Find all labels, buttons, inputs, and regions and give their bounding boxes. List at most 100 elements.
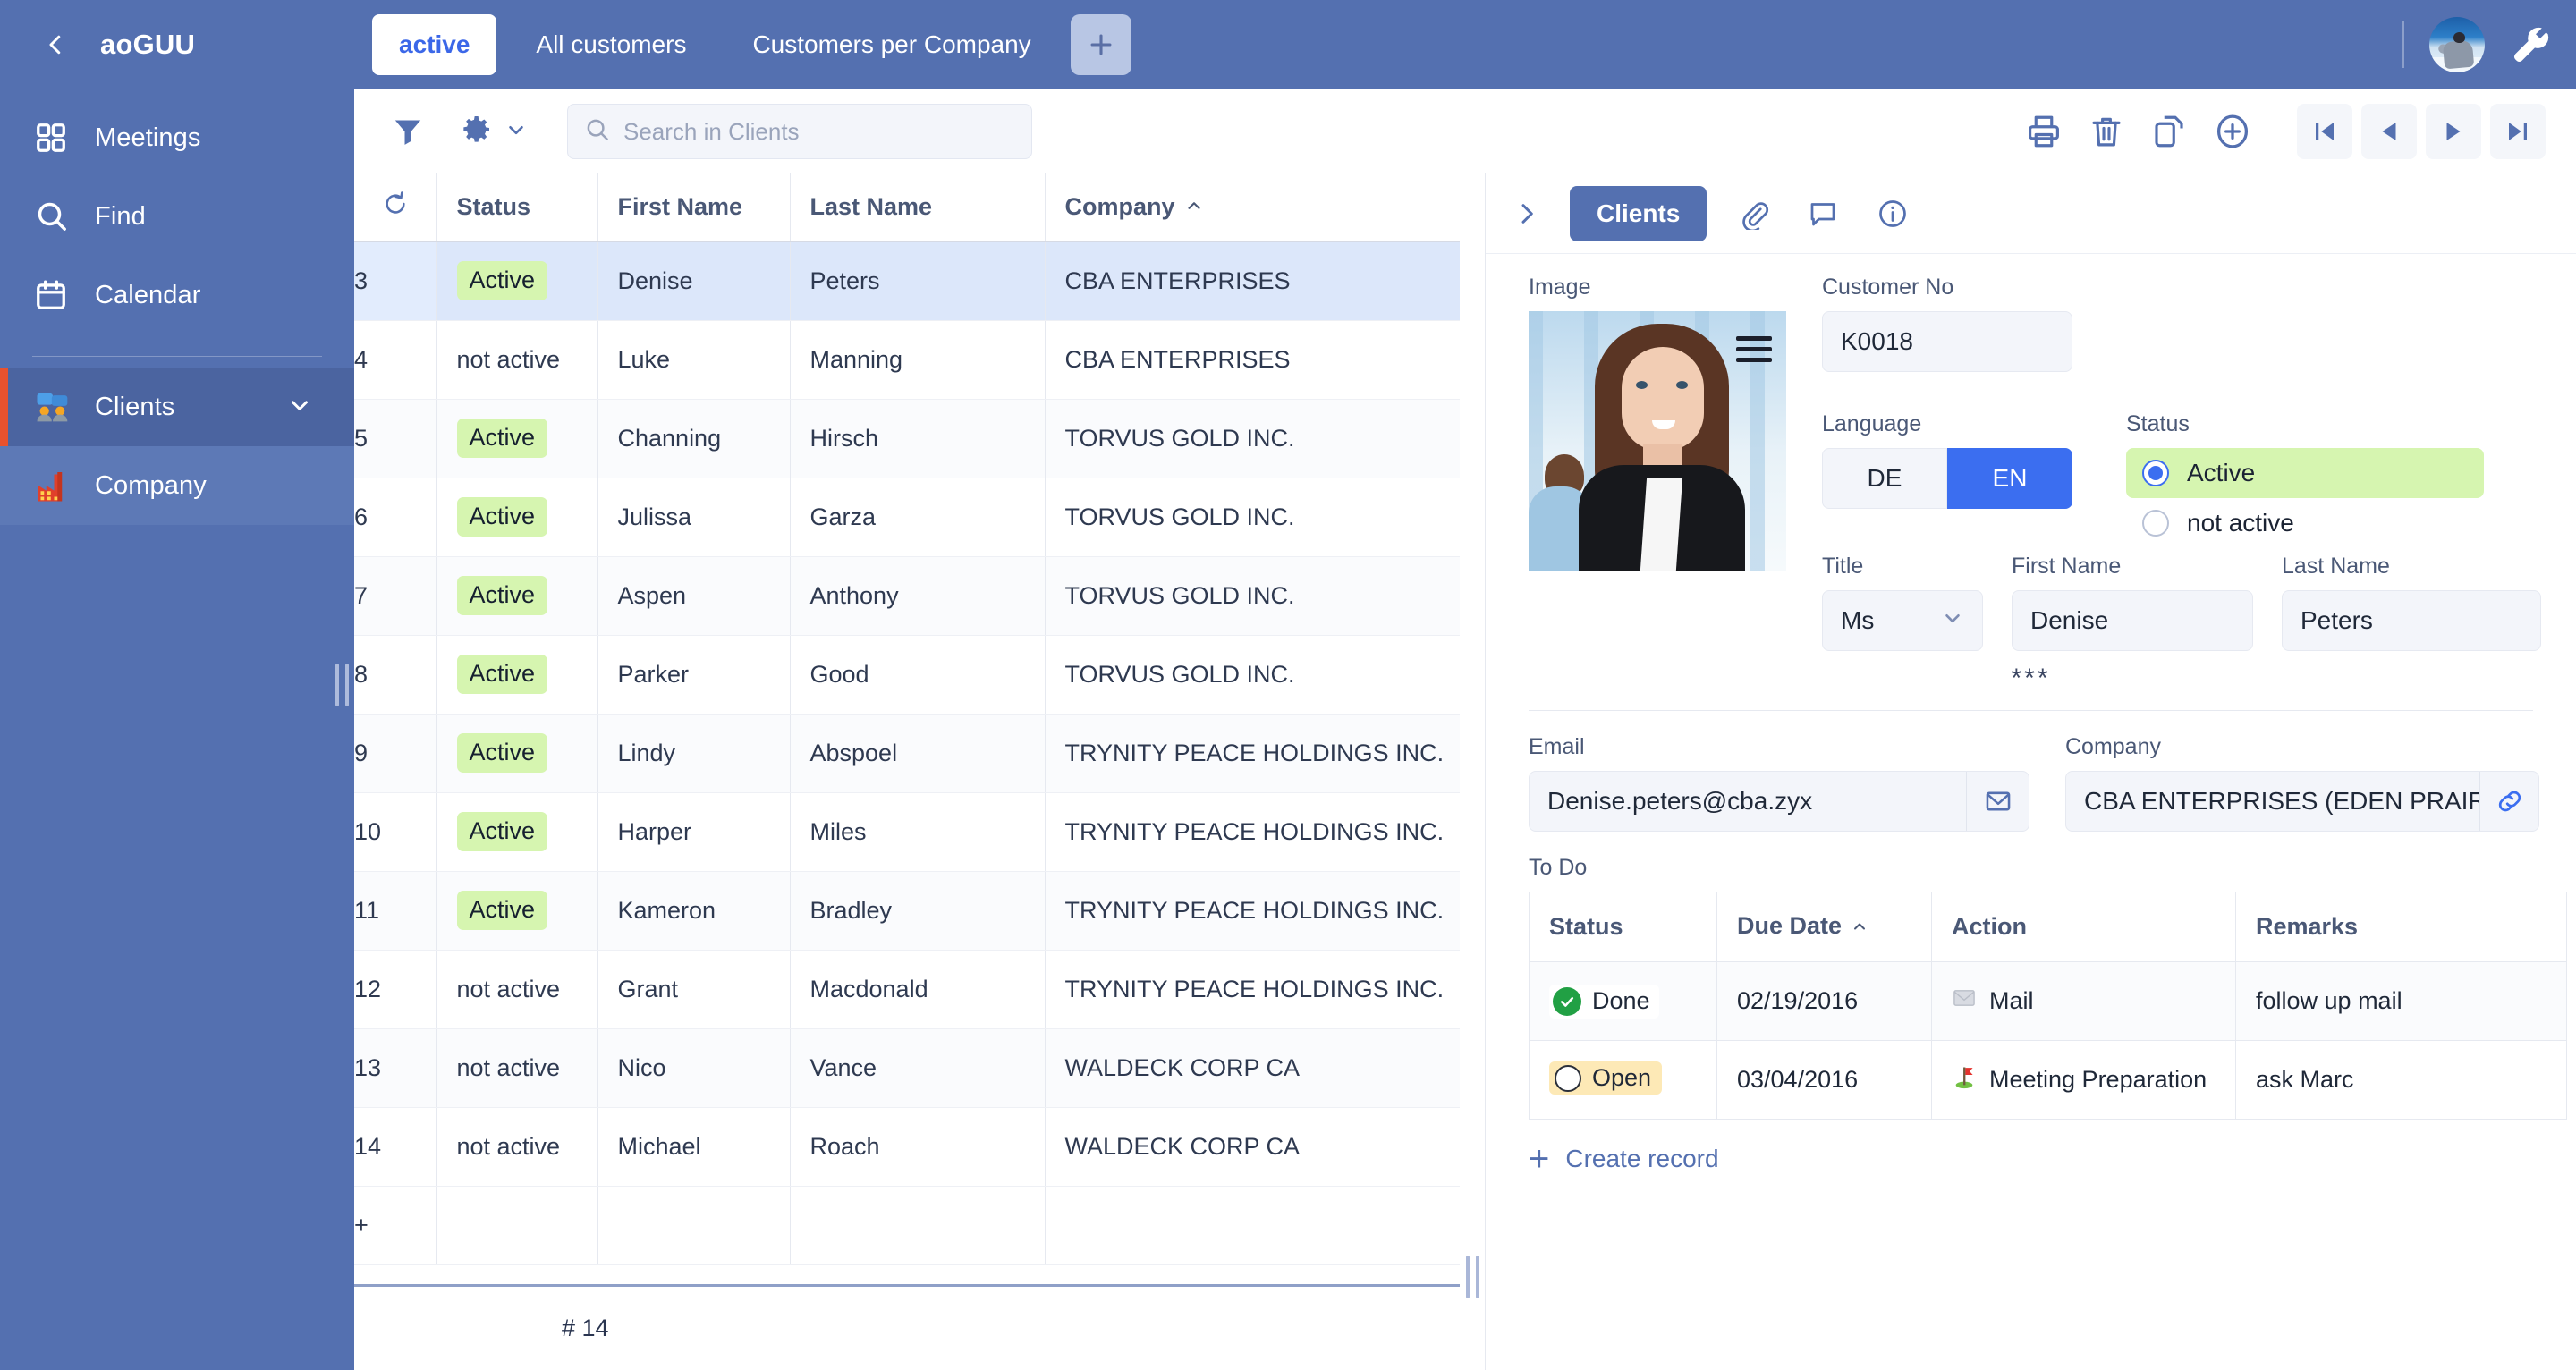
add-tab-button[interactable]	[1070, 14, 1131, 75]
table-body: 3 Active Denise Peters CBA ENTERPRISES 4…	[354, 241, 1460, 1265]
sidebar-item-find[interactable]: Find	[0, 177, 354, 256]
cell-last-name	[790, 1186, 1046, 1265]
table-row[interactable]: 3 Active Denise Peters CBA ENTERPRISES	[354, 241, 1460, 321]
first-page-icon[interactable]	[2297, 104, 2352, 159]
language-toggle[interactable]: DE EN	[1822, 448, 2072, 509]
sidebar-divider	[32, 356, 322, 357]
info-icon[interactable]	[1869, 190, 1916, 237]
chevron-down-icon	[1941, 606, 1964, 636]
content-area: Status First Name Last Name Company 3 Ac…	[354, 173, 2576, 1370]
wrench-icon[interactable]	[2510, 23, 2553, 66]
sidebar-item-calendar[interactable]: Calendar	[0, 256, 354, 334]
column-header-last-name[interactable]: Last Name	[790, 173, 1046, 242]
cell-last-name: Macdonald	[790, 950, 1046, 1029]
search-input[interactable]	[623, 117, 1015, 146]
status-option-active[interactable]: Active	[2126, 448, 2484, 498]
last-page-icon[interactable]	[2490, 104, 2546, 159]
chevron-down-icon[interactable]	[286, 392, 313, 423]
todo-column-due-date[interactable]: Due Date	[1716, 892, 1932, 962]
table-row[interactable]: 7 Active Aspen Anthony TORVUS GOLD INC.	[354, 556, 1460, 636]
title-select[interactable]: Ms	[1822, 590, 1983, 651]
todo-cell-date: 03/04/2016	[1716, 1040, 1932, 1120]
row-index: 10	[354, 792, 437, 872]
column-header-status[interactable]: Status	[436, 173, 598, 242]
column-header-first-name[interactable]: First Name	[597, 173, 791, 242]
link-icon[interactable]	[2479, 772, 2538, 831]
sidebar-item-label: Calendar	[95, 280, 201, 309]
todo-row[interactable]: Done 02/19/2016 Mail follow up mail	[1529, 961, 2567, 1041]
tab-customers-per-company[interactable]: Customers per Company	[725, 14, 1057, 75]
sidebar-resize-handle[interactable]	[329, 0, 354, 1370]
refresh-icon[interactable]	[354, 173, 437, 242]
create-record-button[interactable]: + Create record	[1529, 1141, 2533, 1177]
email-input-group[interactable]: Denise.peters@cba.zyx	[1529, 771, 2029, 832]
column-label: Last Name	[809, 193, 933, 221]
company-input-group[interactable]: CBA ENTERPRISES (EDEN PRAIR	[2065, 771, 2539, 832]
todo-cell-date: 02/19/2016	[1716, 961, 1932, 1041]
grid-settings-button[interactable]	[458, 112, 528, 152]
customer-no-input[interactable]: K0018	[1822, 311, 2072, 372]
table-row[interactable]: 6 Active Julissa Garza TORVUS GOLD INC.	[354, 478, 1460, 557]
cell-company: TRYNITY PEACE HOLDINGS INC.	[1045, 714, 1460, 793]
cell-company: TORVUS GOLD INC.	[1045, 635, 1460, 715]
prev-page-icon[interactable]	[2361, 104, 2417, 159]
add-row-icon[interactable]: +	[354, 1186, 437, 1265]
panel-resize-handle[interactable]	[1460, 173, 1485, 1370]
toolbar-right-actions	[2025, 89, 2546, 173]
language-option-en[interactable]: EN	[1947, 448, 2072, 509]
cell-company: CBA ENTERPRISES	[1045, 320, 1460, 400]
table-row[interactable]: 14 not active Michael Roach WALDECK CORP…	[354, 1107, 1460, 1187]
sidebar-item-clients[interactable]: Clients	[0, 368, 354, 446]
paperclip-icon[interactable]	[1730, 190, 1776, 237]
trash-icon[interactable]	[2088, 113, 2125, 150]
next-page-icon[interactable]	[2426, 104, 2481, 159]
table-row[interactable]: 4 not active Luke Manning CBA ENTERPRISE…	[354, 320, 1460, 400]
detail-tab-label: Clients	[1597, 199, 1681, 227]
cell-company: TRYNITY PEACE HOLDINGS INC.	[1045, 792, 1460, 872]
comment-icon[interactable]	[1800, 190, 1846, 237]
copy-icon[interactable]	[2150, 113, 2188, 150]
print-icon[interactable]	[2025, 113, 2063, 150]
todo-row[interactable]: Open 03/04/2016 Meeting Preparation ask …	[1529, 1040, 2567, 1120]
language-option-de[interactable]: DE	[1822, 448, 1947, 509]
sidebar-item-company[interactable]: Company	[0, 446, 354, 525]
cell-last-name: Good	[790, 635, 1046, 715]
column-header-company[interactable]: Company	[1045, 173, 1460, 242]
table-row[interactable]: 10 Active Harper Miles TRYNITY PEACE HOL…	[354, 792, 1460, 872]
status-badge: Done	[1549, 984, 1659, 1019]
table-row[interactable]: 8 Active Parker Good TORVUS GOLD INC.	[354, 635, 1460, 715]
plus-circle-icon[interactable]	[2213, 112, 2252, 151]
status-option-not-active[interactable]: not active	[2126, 498, 2484, 548]
last-name-input[interactable]: Peters	[2282, 590, 2541, 651]
last-name-field: Last Name Peters	[2282, 554, 2541, 651]
table-row[interactable]: 13 not active Nico Vance WALDECK CORP CA	[354, 1028, 1460, 1108]
todo-column-remarks[interactable]: Remarks	[2235, 892, 2567, 962]
detail-tab-clients[interactable]: Clients	[1570, 185, 1707, 241]
search-box[interactable]	[567, 104, 1032, 159]
envelope-icon[interactable]	[1966, 772, 2029, 831]
table-row[interactable]: 5 Active Channing Hirsch TORVUS GOLD INC…	[354, 399, 1460, 478]
table-row[interactable]: 12 not active Grant Macdonald TRYNITY PE…	[354, 950, 1460, 1029]
table-row[interactable]: 9 Active Lindy Abspoel TRYNITY PEACE HOL…	[354, 714, 1460, 793]
pagination-controls	[2297, 104, 2546, 159]
table-row[interactable]: 11 Active Kameron Bradley TRYNITY PEACE …	[354, 871, 1460, 951]
row-index: 7	[354, 556, 437, 636]
company-input[interactable]: CBA ENTERPRISES (EDEN PRAIR	[2066, 772, 2479, 831]
back-icon[interactable]	[38, 27, 73, 63]
customer-photo[interactable]	[1529, 311, 1786, 571]
filter-icon[interactable]	[390, 114, 426, 149]
avatar[interactable]	[2429, 17, 2485, 72]
hamburger-icon[interactable]	[1736, 336, 1772, 362]
sidebar-item-label: Find	[95, 201, 146, 231]
add-row[interactable]: +	[354, 1186, 1460, 1265]
detail-panel-header: Clients	[1486, 173, 2576, 254]
status-badge: Active	[456, 261, 548, 300]
tab-active[interactable]: active	[372, 14, 497, 75]
sidebar-item-meetings[interactable]: Meetings	[0, 98, 354, 177]
todo-column-status[interactable]: Status	[1529, 892, 1717, 962]
email-input[interactable]: Denise.peters@cba.zyx	[1530, 772, 1966, 831]
chevron-right-icon[interactable]	[1507, 199, 1546, 228]
first-name-input[interactable]: Denise	[2012, 590, 2253, 651]
todo-column-action[interactable]: Action	[1931, 892, 2236, 962]
tab-all-customers[interactable]: All customers	[509, 14, 713, 75]
